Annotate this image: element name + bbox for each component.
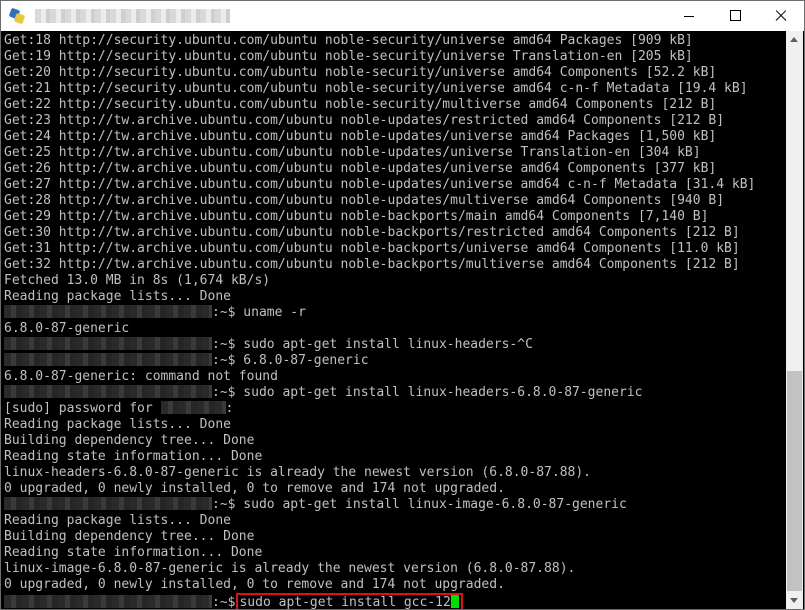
scroll-up-arrow-icon[interactable] (786, 31, 803, 48)
window-title-redacted (35, 9, 230, 23)
output-line: Building dependency tree... Done (4, 529, 255, 544)
output-line: 6.8.0-87-generic (4, 321, 130, 336)
output-line: Get:23 http://tw.archive.ubuntu.com/ubun… (4, 113, 725, 128)
output-line: Get:24 http://tw.archive.ubuntu.com/ubun… (4, 129, 717, 144)
prompt-text: [sudo] password for (4, 401, 161, 416)
output-line: linux-image-6.8.0-87-generic is already … (4, 561, 576, 576)
output-line: Building dependency tree... Done (4, 433, 255, 448)
prompt-line: :~$ sudo apt-get install linux-headers-^… (4, 337, 787, 353)
current-prompt-line[interactable]: :~$ sudo apt-get install gcc-12 (4, 593, 787, 609)
prompt-text: :~$ sudo apt-get install linux-headers-^… (212, 337, 533, 352)
output-line: 0 upgraded, 0 newly installed, 0 to remo… (4, 577, 505, 592)
prompt-line: :~$ uname -r (4, 305, 787, 321)
scrollbar-thumb[interactable] (787, 371, 802, 591)
redacted-user-host (4, 595, 212, 608)
output-line: 6.8.0-87-generic: command not found (4, 369, 278, 384)
title-bar[interactable] (1, 1, 804, 31)
prompt-text: :~$ sudo apt-get install linux-image-6.8… (212, 497, 627, 512)
prompt-text: :~$ uname -r (212, 305, 306, 320)
minimize-button[interactable] (666, 1, 712, 31)
output-line: Get:28 http://tw.archive.ubuntu.com/ubun… (4, 193, 725, 208)
output-line: Get:27 http://tw.archive.ubuntu.com/ubun… (4, 177, 756, 192)
output-line: 0 upgraded, 0 newly installed, 0 to remo… (4, 481, 505, 496)
terminal-window: Get:18 http://security.ubuntu.com/ubuntu… (0, 0, 805, 610)
output-line: Get:31 http://tw.archive.ubuntu.com/ubun… (4, 241, 740, 256)
redacted-user-host (4, 305, 212, 318)
redacted-username (160, 401, 226, 414)
output-line: Reading state information... Done (4, 545, 263, 560)
redacted-user-host (4, 385, 212, 398)
prompt-line: :~$ 6.8.0-87-generic (4, 353, 787, 369)
redacted-user-host (4, 337, 212, 350)
maximize-button[interactable] (712, 1, 758, 31)
output-line: Get:22 http://security.ubuntu.com/ubuntu… (4, 97, 717, 112)
close-button[interactable] (758, 1, 804, 31)
output-line: Reading package lists... Done (4, 513, 231, 528)
prompt-line: :~$ sudo apt-get install linux-image-6.8… (4, 497, 787, 513)
highlighted-command[interactable]: sudo apt-get install gcc-12 (236, 593, 463, 609)
vertical-scrollbar[interactable] (786, 31, 803, 609)
output-line: Get:19 http://security.ubuntu.com/ubuntu… (4, 49, 693, 64)
window-controls (666, 1, 804, 31)
output-line: Fetched 13.0 MB in 8s (1,674 kB/s) (4, 273, 271, 288)
output-line: Get:25 http://tw.archive.ubuntu.com/ubun… (4, 145, 701, 160)
scroll-down-arrow-icon[interactable] (786, 592, 803, 609)
redacted-user-host (4, 497, 212, 510)
terminal-output[interactable]: Get:18 http://security.ubuntu.com/ubuntu… (1, 31, 787, 609)
prompt-text: : (225, 401, 234, 416)
redacted-user-host (4, 353, 212, 366)
maximize-icon (730, 10, 741, 21)
output-line: Get:29 http://tw.archive.ubuntu.com/ubun… (4, 209, 709, 224)
text-cursor (450, 595, 459, 608)
output-line: Reading state information... Done (4, 449, 263, 464)
output-line: linux-headers-6.8.0-87-generic is alread… (4, 465, 591, 480)
prompt-text: :~$ 6.8.0-87-generic (212, 353, 369, 368)
output-line: Reading package lists... Done (4, 289, 231, 304)
output-line: Get:21 http://security.ubuntu.com/ubuntu… (4, 81, 748, 96)
output-line: Get:18 http://security.ubuntu.com/ubuntu… (4, 33, 693, 48)
putty-icon[interactable] (8, 7, 26, 25)
output-line: Get:32 http://tw.archive.ubuntu.com/ubun… (4, 257, 740, 272)
prompt-text: :~$ (212, 595, 236, 609)
output-line: Reading package lists... Done (4, 417, 231, 432)
prompt-text: :~$ sudo apt-get install linux-headers-6… (212, 385, 643, 400)
output-line: Get:26 http://tw.archive.ubuntu.com/ubun… (4, 161, 717, 176)
output-line: Get:30 http://tw.archive.ubuntu.com/ubun… (4, 225, 740, 240)
minimize-icon (684, 16, 694, 17)
output-line: Get:20 http://security.ubuntu.com/ubuntu… (4, 65, 717, 80)
sudo-password-line: [sudo] password for : (4, 401, 787, 417)
command-input[interactable]: sudo apt-get install gcc-12 (239, 595, 450, 609)
prompt-line: :~$ sudo apt-get install linux-headers-6… (4, 385, 787, 401)
